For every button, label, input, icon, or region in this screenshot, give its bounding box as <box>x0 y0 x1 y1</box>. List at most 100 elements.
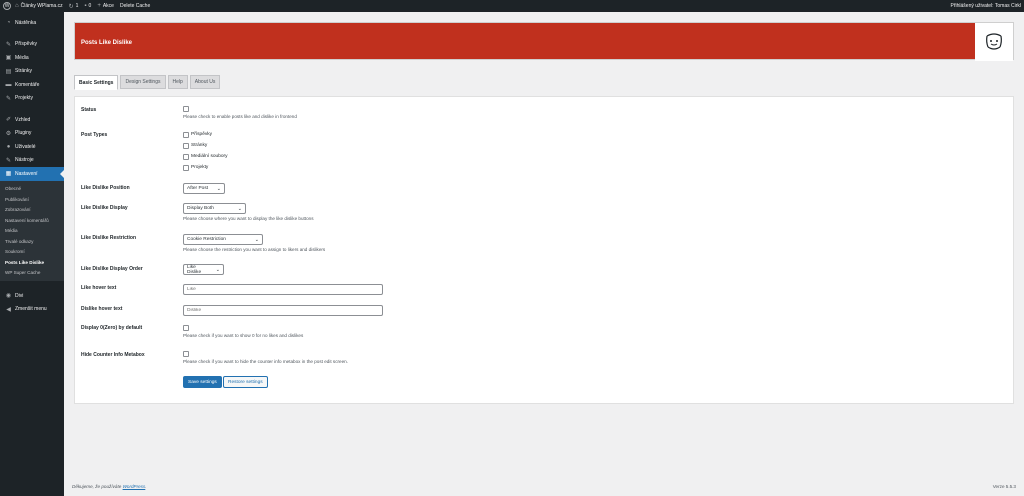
sidebar-item-label: Příspěvky <box>15 41 37 48</box>
comments-count: 0 <box>88 3 92 9</box>
updates-icon: ↻ <box>68 3 74 10</box>
sidebar-item-dashboard[interactable]: ◔ Nástěnka <box>0 16 64 30</box>
footer-version: Verze 5.5.3 <box>992 484 1016 489</box>
tab-design-settings[interactable]: Design Settings <box>120 75 166 89</box>
like-hover-label: Like hover text <box>81 285 117 291</box>
display-label: Like Dislike Display <box>81 205 128 211</box>
submenu-item[interactable]: Média <box>0 226 64 237</box>
submenu-item[interactable]: Nastavení komentářů <box>0 215 64 226</box>
post-type-checkbox[interactable] <box>183 131 189 138</box>
sidebar-item-label: Nástroje <box>15 157 34 164</box>
display-zero-checkbox[interactable] <box>183 325 189 331</box>
home-icon: ⌂ <box>15 3 19 9</box>
position-select[interactable]: After Post ⌄ <box>183 183 225 194</box>
pin-icon: ✎ <box>5 41 12 48</box>
tab-basic-settings[interactable]: Basic Settings <box>74 75 119 90</box>
greeting: Přihlášený uživatel: Tomas Cirkl <box>950 3 1022 9</box>
sidebar-item-label: Stránky <box>15 68 32 75</box>
plugin-logo-icon <box>986 33 1002 50</box>
comments-link[interactable]: ▪ 0 <box>84 3 91 9</box>
hide-counter-field: Please check if you want to hide the cou… <box>183 351 348 364</box>
site-name: Články WPlama.cz <box>20 3 63 9</box>
site-name-link[interactable]: ⌂ Články WPlama.cz <box>15 3 63 9</box>
account-menu[interactable]: Přihlášený uživatel: Tomas Cirkl <box>951 3 1022 9</box>
post-type-label: Projekty <box>191 165 209 170</box>
settings-submenu: Obecné Publikování Zobrazování Nastavení ko… <box>0 180 64 281</box>
sidebar-item-projects[interactable]: ✎ Projekty <box>0 92 64 106</box>
sidebar-item-label: Divi <box>15 292 24 299</box>
sidebar-item-tools[interactable]: ✎ Nástroje <box>0 154 64 168</box>
sidebar-item-users[interactable]: ● Uživatelé <box>0 140 64 154</box>
sidebar-item-plugins[interactable]: ⚙ Pluginy <box>0 127 64 141</box>
delete-cache-label: Delete Cache <box>119 3 151 9</box>
status-label: Status <box>81 107 97 113</box>
sidebar-item-appearance[interactable]: ✐ Vzhled <box>0 113 64 127</box>
wordpress-link[interactable]: WordPress <box>123 484 146 489</box>
restriction-field: Cookie Restriction ⌄ Please choose the r… <box>183 234 325 252</box>
sidebar-item-label: Vzhled <box>15 116 31 123</box>
post-type-option[interactable]: Projekty <box>183 162 228 173</box>
post-type-label: Mediální soubory <box>191 154 228 159</box>
tab-about-us[interactable]: About Us <box>189 75 221 89</box>
post-type-option[interactable]: Příspěvky <box>183 129 228 140</box>
status-checkbox[interactable] <box>183 106 189 112</box>
status-desc: Please check to enable posts like and di… <box>183 114 297 120</box>
projects-icon: ✎ <box>5 95 12 102</box>
sidebar-item-label: Zmenšit menu <box>15 306 47 313</box>
submenu-item[interactable]: WP Super Cache <box>0 268 64 279</box>
display-value: Display Both <box>187 206 214 211</box>
display-desc: Please choose where you want to display … <box>183 216 314 221</box>
plugins-icon: ⚙ <box>5 130 12 137</box>
submenu-item[interactable]: Zobrazování <box>0 205 64 216</box>
display-zero-label: Display 0(Zero) by default <box>81 325 143 331</box>
submenu-item[interactable]: Publikování <box>0 194 64 205</box>
submenu-item[interactable]: Soukromí <box>0 247 64 258</box>
tab-help[interactable]: Help <box>167 75 188 89</box>
dashboard-icon: ◔ <box>6 19 11 26</box>
restore-settings-button[interactable]: Restore settings <box>223 376 268 388</box>
dislike-hover-input[interactable] <box>183 305 383 316</box>
updates-count: 1 <box>75 3 79 9</box>
hide-counter-checkbox[interactable] <box>183 351 189 357</box>
sidebar-item-divi[interactable]: ◉ Divi <box>0 289 64 303</box>
position-label: Like Dislike Position <box>81 185 130 191</box>
sidebar-item-pin[interactable]: ✎ Příspěvky <box>0 38 64 52</box>
admin-bar: ⌂ Články WPlama.cz ↻ 1 ▪ 0 + Akce Delete… <box>0 0 1024 12</box>
pages-icon: ▤ <box>5 68 12 75</box>
sidebar-item-pages[interactable]: ▤ Stránky <box>0 65 64 79</box>
submenu-item[interactable]: Posts Like Dislike <box>0 257 64 268</box>
post-type-option[interactable]: Stránky <box>183 140 228 151</box>
sidebar-item-collapse[interactable]: ◀ Zmenšit menu <box>0 303 64 317</box>
hide-counter-desc: Please check if you want to hide the cou… <box>183 359 348 365</box>
updates-link[interactable]: ↻ 1 <box>69 3 79 10</box>
submenu-item[interactable]: Obecné <box>0 184 64 195</box>
order-select[interactable]: Like Dislike ⌄ <box>183 264 224 275</box>
settings-icon: ▦ <box>5 171 12 178</box>
sidebar-item-media[interactable]: ▣ Média <box>0 51 64 65</box>
post-type-checkbox[interactable] <box>183 153 189 160</box>
submenu-item[interactable]: Trvalé odkazy <box>0 236 64 247</box>
post-type-checkbox[interactable] <box>183 164 189 171</box>
new-content-link[interactable]: + Akce <box>97 3 114 9</box>
order-value: Like Dislike <box>187 264 202 275</box>
chevron-down-icon: ⌄ <box>237 205 242 212</box>
sidebar-item-comments[interactable]: ▬ Komentáře <box>0 78 64 92</box>
sidebar-item-label: Projekty <box>15 95 34 102</box>
chevron-down-icon: ⌄ <box>216 185 221 192</box>
post-types-field: Příspěvky Stránky Mediální soubory Projekty <box>183 129 228 173</box>
wordpress-logo-icon[interactable] <box>3 2 11 10</box>
settings-panel: Status Please check to enable posts like… <box>74 96 1014 404</box>
main-content: Posts Like Dislike Basic Settings Design … <box>64 12 1024 496</box>
like-hover-input[interactable] <box>183 284 383 295</box>
post-type-checkbox[interactable] <box>183 142 189 149</box>
footer-thanks-suffix: . <box>145 484 147 489</box>
post-type-option[interactable]: Mediální soubory <box>183 151 228 162</box>
display-select[interactable]: Display Both ⌄ <box>183 203 246 214</box>
sidebar-item-label: Pluginy <box>15 130 32 137</box>
restriction-select[interactable]: Cookie Restriction ⌄ <box>183 234 263 245</box>
delete-cache-link[interactable]: Delete Cache <box>120 3 150 9</box>
sidebar-item-label: Nastavení <box>15 170 38 177</box>
save-settings-button[interactable]: Save settings <box>183 376 222 388</box>
users-icon: ● <box>6 143 11 150</box>
sidebar-item-settings[interactable]: ▦ Nastavení <box>0 167 64 181</box>
